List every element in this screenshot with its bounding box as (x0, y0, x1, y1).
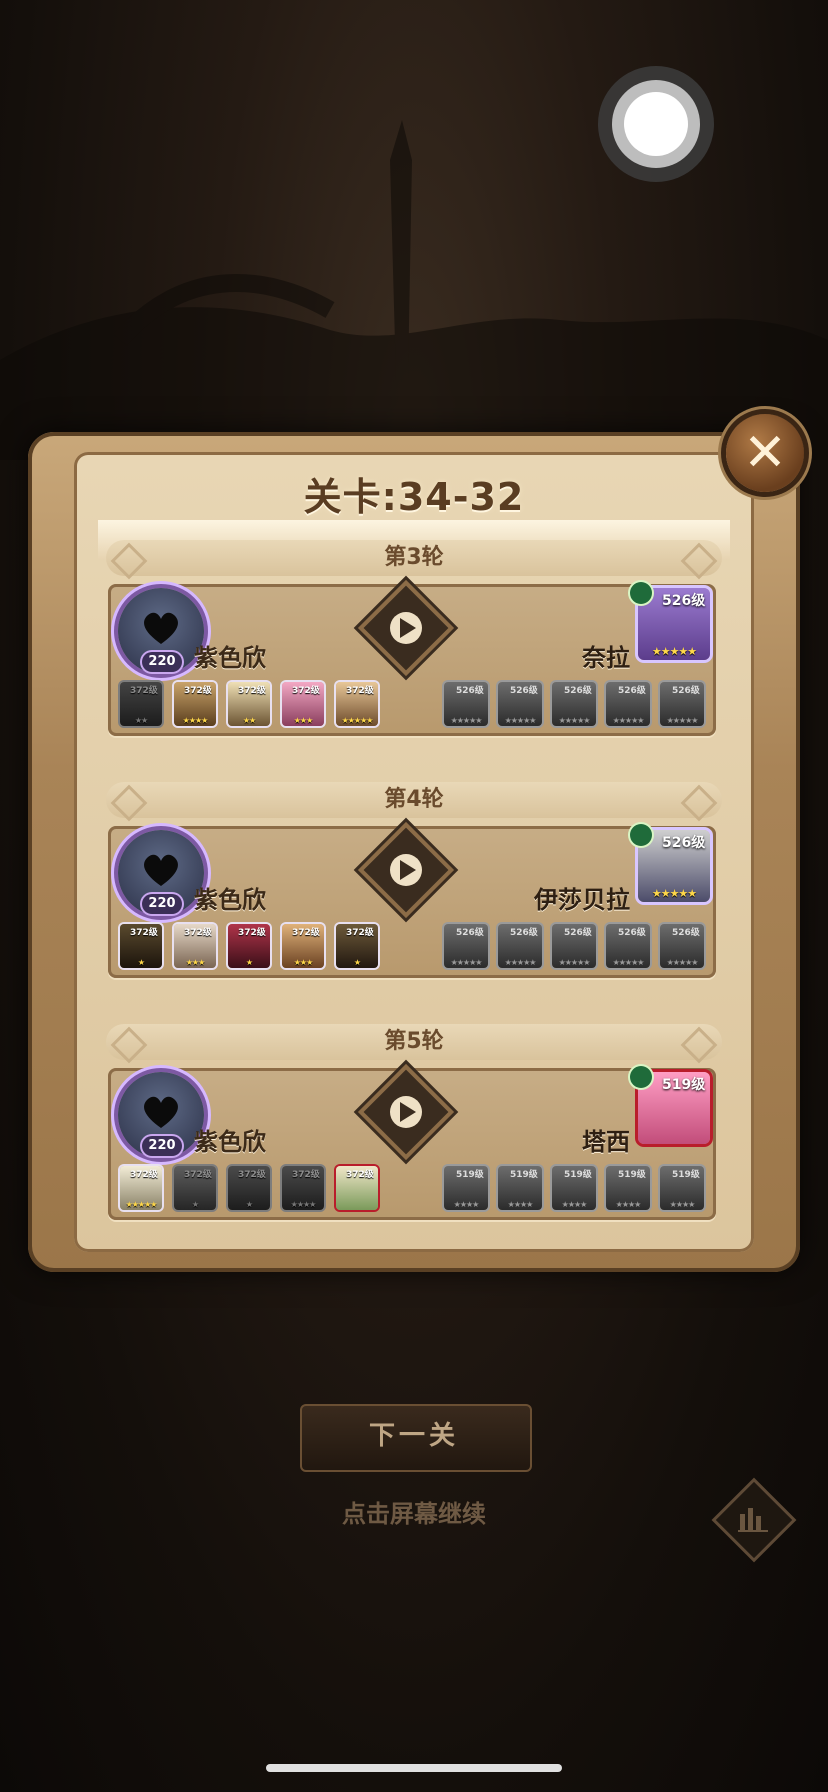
home-indicator[interactable] (266, 1764, 562, 1772)
hero-slot[interactable]: 372级 ★ (120, 924, 162, 968)
faction-gem-icon (630, 582, 652, 604)
heart-hands-icon (144, 612, 178, 644)
enemy-slot[interactable]: 519级 ★★★★ (444, 1166, 488, 1210)
hero-slot[interactable]: 372级 ★★★★★ (120, 1166, 162, 1210)
enemy-slot[interactable]: 526级 ★★★★★ (444, 682, 488, 726)
player-name: 紫色欣 (194, 644, 266, 672)
hero-slot[interactable]: 372级 ★ (336, 924, 378, 968)
close-button[interactable]: ✕ (726, 414, 804, 492)
enemy-level: 526级 (662, 835, 706, 851)
tap-to-continue-hint[interactable]: 点击屏幕继续 (0, 1494, 828, 1529)
enemy-slot[interactable]: 526级 ★★★★★ (660, 924, 704, 968)
enemy-slot[interactable]: 519级 ★★★★ (498, 1166, 542, 1210)
hero-slot[interactable]: 372级 ★★ (228, 682, 270, 726)
enemy-heroes: 526级 ★★★★★ 526级 ★★★★★ 526级 ★★★★★ 526级 ★★★★★ … (444, 682, 704, 726)
heart-hands-icon (144, 854, 178, 886)
replay-button[interactable] (363, 827, 449, 913)
enemy-slot[interactable]: 519级 ★★★★ (606, 1166, 650, 1210)
enemy-name: 塔西 (582, 1128, 630, 1156)
enemy-slot[interactable]: 526级 ★★★★★ (660, 682, 704, 726)
hero-slot[interactable]: 372级 ★ (228, 1166, 270, 1210)
hero-slot[interactable]: 372级 ★★★ (174, 924, 216, 968)
enemy-slot[interactable]: 526级 ★★★★★ (552, 924, 596, 968)
player-avatar[interactable]: 220 (118, 830, 204, 916)
enemy-avatar[interactable]: 526级 ★★★★★ (630, 824, 710, 902)
enemy-slot[interactable]: 526级 ★★★★★ (498, 682, 542, 726)
next-stage-button[interactable]: 下一关 (300, 1404, 532, 1472)
enemy-stars: ★★★★★ (651, 887, 697, 900)
round-label-3: 第3轮 (106, 540, 722, 576)
play-icon (390, 612, 422, 644)
player-avatar[interactable]: 220 (118, 1072, 204, 1158)
replay-button[interactable] (363, 585, 449, 671)
enemy-stars: ★★★★★ (651, 645, 697, 658)
hero-slot[interactable]: 372级 ★★ (120, 682, 162, 726)
enemy-slot[interactable]: 519级 ★★★★ (552, 1166, 596, 1210)
player-level: 220 (142, 1136, 182, 1156)
enemy-avatar[interactable]: 526级 ★★★★★ (630, 582, 710, 660)
replay-button[interactable] (363, 1069, 449, 1155)
play-icon (390, 854, 422, 886)
enemy-slot[interactable]: 526级 ★★★★★ (498, 924, 542, 968)
play-icon (390, 1096, 422, 1128)
faction-gem-icon (630, 1066, 652, 1088)
close-icon: ✕ (743, 423, 787, 483)
hero-slot[interactable]: 372级 ★★★★★ (336, 682, 378, 726)
assistive-touch-dot (624, 92, 688, 156)
player-avatar[interactable]: 220 (118, 588, 204, 674)
round-label-5: 第5轮 (106, 1024, 722, 1060)
enemy-slot[interactable]: 526级 ★★★★★ (606, 682, 650, 726)
hero-slot[interactable]: 372级 ★ (228, 924, 270, 968)
player-name: 紫色欣 (194, 886, 266, 914)
round-card-4: 220 紫色欣 伊莎贝拉 526级 ★★★★★ 372级 ★ 372级 ★★★ 37… (108, 824, 716, 978)
bar-chart-icon (738, 1508, 768, 1532)
round-card-3: 220 紫色欣 奈拉 526级 ★★★★★ 372级 ★★ 372级 ★★★★ 37… (108, 582, 716, 736)
hero-slot[interactable]: 372级 ★ (174, 1166, 216, 1210)
hero-slot[interactable]: 372级 ★★★ (282, 924, 324, 968)
stage-title: 关卡:34-32 (303, 475, 525, 519)
round-card-5: 220 紫色欣 塔西 519级 372级 ★★★★★ 372级 ★ 372级 ★ 37… (108, 1066, 716, 1220)
enemy-level: 526级 (662, 593, 706, 609)
enemy-slot[interactable]: 526级 ★★★★★ (606, 924, 650, 968)
enemy-slot[interactable]: 526级 ★★★★★ (552, 682, 596, 726)
hero-slot[interactable]: 372级 ★★★★ (174, 682, 216, 726)
enemy-level: 519级 (662, 1077, 706, 1093)
enemy-heroes: 519级 ★★★★ 519级 ★★★★ 519级 ★★★★ 519级 ★★★★ 519级… (444, 1166, 704, 1210)
round-label-4: 第4轮 (106, 782, 722, 818)
enemy-slot[interactable]: 526级 ★★★★★ (444, 924, 488, 968)
hero-slot[interactable]: 372级 (336, 1166, 378, 1210)
hero-slot[interactable]: 372级 ★★★ (282, 682, 324, 726)
enemy-name: 奈拉 (582, 644, 630, 672)
heart-hands-icon (144, 1096, 178, 1128)
enemy-avatar[interactable]: 519级 (630, 1066, 710, 1144)
enemy-name: 伊莎贝拉 (534, 886, 630, 914)
enemy-heroes: 526级 ★★★★★ 526级 ★★★★★ 526级 ★★★★★ 526级 ★★★★★ … (444, 924, 704, 968)
player-name: 紫色欣 (194, 1128, 266, 1156)
background-silhouette (0, 120, 828, 460)
player-level: 220 (142, 894, 182, 914)
hero-slot[interactable]: 372级 ★★★★ (282, 1166, 324, 1210)
faction-gem-icon (630, 824, 652, 846)
player-level: 220 (142, 652, 182, 672)
next-stage-label: 下一关 (368, 1421, 459, 1451)
enemy-slot[interactable]: 519级 ★★★★ (660, 1166, 704, 1210)
